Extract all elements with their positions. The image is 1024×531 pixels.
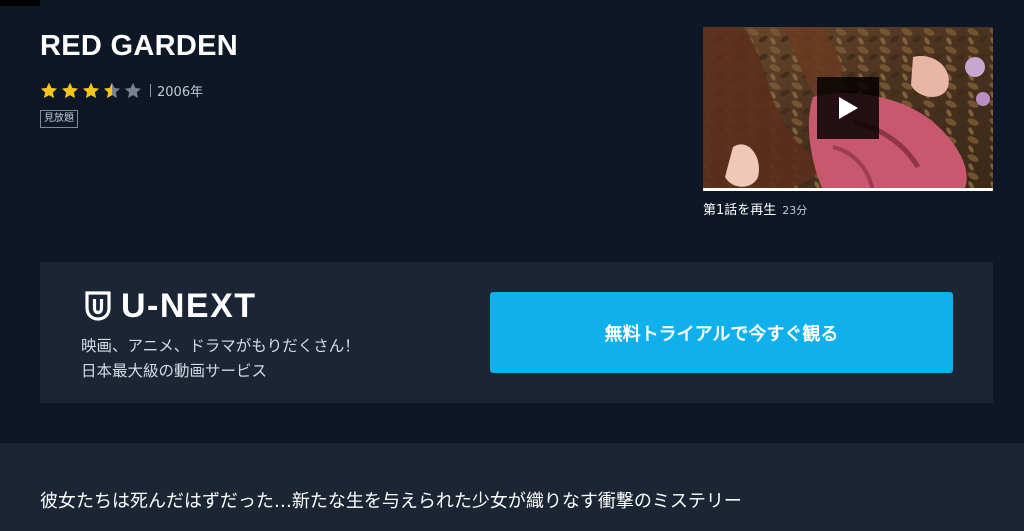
description-text: 彼女たちは死んだはずだった…新たな生を与えられた少女が織りなす衝撃のミステリー	[40, 491, 742, 512]
episode-caption[interactable]: 第1話を再生 23分	[703, 199, 807, 218]
divider	[150, 83, 151, 97]
star-icon	[125, 82, 141, 98]
rating-row: 2006年	[40, 80, 203, 100]
promo-tagline: 映画、アニメ、ドラマがもりだくさん！ 日本最大級の動画サービス	[81, 334, 360, 384]
u-next-logo: U-NEXT	[85, 289, 257, 323]
episode-play-label[interactable]: 第1話を再生	[703, 199, 776, 218]
page-title: RED GARDEN	[40, 30, 238, 62]
free-trial-button[interactable]: 無料トライアルで今すぐ観る	[490, 292, 953, 373]
star-icon	[41, 82, 57, 98]
corner-mark	[0, 0, 40, 6]
star-rating	[40, 82, 145, 99]
status-badge: 見放題	[40, 110, 78, 128]
u-next-shield-icon	[85, 291, 111, 321]
video-thumbnail[interactable]	[703, 27, 993, 191]
promo-banner: U-NEXT 映画、アニメ、ドラマがもりだくさん！ 日本最大級の動画サービス 無…	[40, 262, 993, 403]
tagline-line-2: 日本最大級の動画サービス	[81, 362, 268, 380]
play-icon	[839, 97, 858, 119]
release-year: 2006年	[157, 84, 204, 100]
star-icon	[62, 82, 78, 98]
star-icon	[104, 82, 120, 98]
star-icon	[83, 82, 99, 98]
description-section: 彼女たちは死んだはずだった…新たな生を与えられた少女が織りなす衝撃のミステリー	[0, 443, 1024, 531]
thumbnail-progress-bar	[703, 188, 993, 191]
play-button[interactable]	[817, 77, 879, 139]
page: RED GARDEN 2006年 見放題 第1話を再生 23分 U-NEXT 映…	[0, 0, 1024, 531]
episode-duration: 23分	[782, 204, 808, 217]
tagline-line-1: 映画、アニメ、ドラマがもりだくさん！	[81, 337, 360, 355]
u-next-logo-text: U-NEXT	[121, 287, 257, 325]
